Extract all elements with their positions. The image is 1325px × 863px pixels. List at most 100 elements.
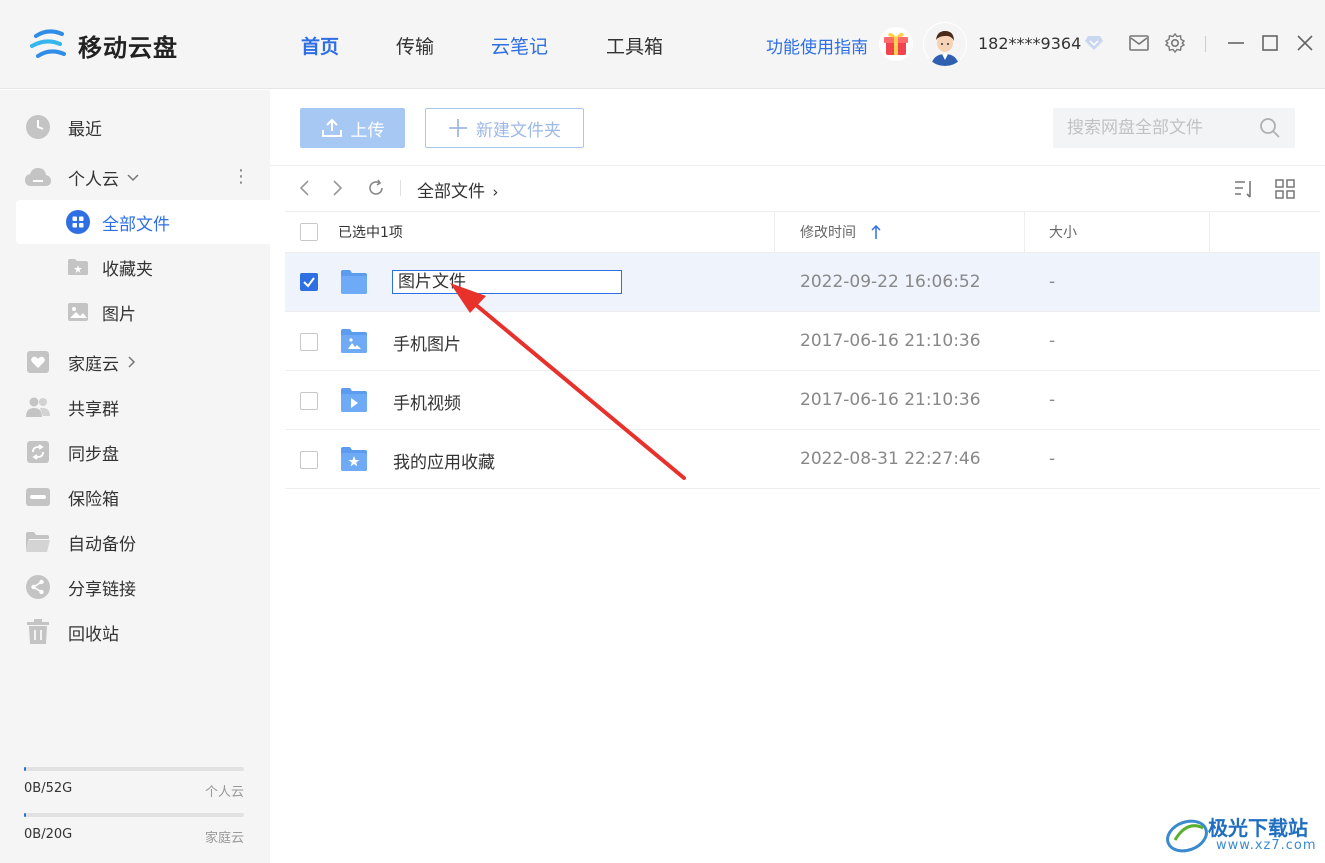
search-input[interactable] (1067, 108, 1257, 148)
sidebar-item-label: 共享群 (68, 399, 119, 420)
sidebar-item-recent[interactable]: 最近 (24, 112, 102, 142)
column-header-size[interactable]: 大小 (1049, 212, 1077, 252)
sidebar-item-label: 同步盘 (68, 444, 119, 465)
sidebar-item-all-files[interactable]: 全部文件 (66, 207, 170, 237)
heart-icon (24, 348, 52, 376)
sync-icon (24, 438, 52, 466)
sidebar-item-personal-cloud[interactable]: 个人云 (24, 162, 141, 192)
row-name[interactable]: 手机视频 (393, 389, 461, 414)
column-header-modified[interactable]: 修改时间 (800, 212, 882, 252)
sidebar-item-label: 个人云 (68, 169, 119, 190)
new-folder-button[interactable]: 新建文件夹 (425, 108, 584, 148)
table-header: 已选中1项 修改时间 大小 (285, 211, 1320, 253)
row-checkbox[interactable] (300, 451, 318, 469)
sort-ascending-icon (871, 224, 881, 239)
table-row[interactable]: 手机视频 2017-06-16 21:10:36 - (285, 371, 1320, 430)
quota-fill (24, 813, 27, 817)
mail-icon[interactable] (1128, 32, 1150, 54)
feature-guide-link[interactable]: 功能使用指南 (766, 33, 868, 58)
account-phone[interactable]: 182****9364 (978, 34, 1081, 53)
sidebar-item-recycle-bin[interactable]: 回收站 (24, 617, 119, 647)
row-modified: 2017-06-16 21:10:36 (800, 331, 981, 351)
sidebar-item-sync-disk[interactable]: 同步盘 (24, 437, 119, 467)
table-row[interactable]: 手机图片 2017-06-16 21:10:36 - (285, 312, 1320, 371)
app-title: 移动云盘 (78, 34, 178, 62)
sidebar-item-auto-backup[interactable]: 自动备份 (24, 527, 136, 557)
title-bar: 移动云盘 首页 传输 云笔记 工具箱 功能使用指南 182****9364 (0, 0, 1325, 89)
quota-fill (24, 767, 27, 771)
row-checkbox[interactable] (300, 392, 318, 410)
row-size: - (1049, 390, 1056, 410)
row-checkbox[interactable] (300, 273, 318, 291)
sidebar-item-label: 全部文件 (102, 214, 170, 235)
row-modified: 2017-06-16 21:10:36 (800, 390, 981, 410)
plus-icon (449, 119, 467, 137)
rename-input[interactable]: 图片文件 (392, 270, 622, 294)
sidebar-item-pictures[interactable]: 图片 (66, 297, 136, 327)
upload-button[interactable]: 上传 (300, 108, 405, 148)
gear-icon[interactable] (1164, 32, 1186, 54)
search-box[interactable] (1053, 108, 1295, 148)
folder-image-icon (341, 329, 367, 353)
table-row[interactable]: 图片文件 2022-09-22 16:06:52 - (285, 253, 1320, 312)
sidebar-item-label: 自动备份 (68, 534, 136, 555)
quota-bar (24, 813, 244, 817)
sidebar-item-share-link[interactable]: 分享链接 (24, 572, 136, 602)
app-logo-icon (30, 29, 66, 58)
nav-home[interactable]: 首页 (301, 32, 339, 59)
row-name[interactable]: 我的应用收藏 (393, 448, 495, 473)
grid-apps-icon (66, 210, 90, 234)
row-checkbox[interactable] (300, 333, 318, 351)
nav-cloud-notes[interactable]: 云笔记 (491, 32, 548, 59)
sidebar-item-label: 回收站 (68, 624, 119, 645)
gift-icon[interactable] (878, 26, 914, 62)
sort-icon[interactable] (1233, 178, 1255, 200)
row-size: - (1049, 331, 1056, 351)
share-icon (24, 573, 52, 601)
sidebar-item-label: 分享链接 (68, 579, 136, 600)
selected-count: 已选中1项 (338, 225, 403, 241)
table-row[interactable]: 我的应用收藏 2022-08-31 22:27:46 - (285, 430, 1320, 489)
group-icon (24, 393, 52, 421)
quota-used: 0B/52G (24, 781, 73, 796)
watermark-url: www.xz7.com (1216, 838, 1317, 853)
nav-transfer[interactable]: 传输 (396, 32, 434, 59)
maximize-icon[interactable] (1259, 32, 1281, 54)
column-header-label: 修改时间 (800, 225, 856, 241)
refresh-icon[interactable] (366, 178, 386, 198)
sidebar-item-label: 图片 (102, 304, 136, 325)
row-size: - (1049, 272, 1056, 292)
vip-diamond-icon[interactable] (1084, 34, 1104, 52)
chevron-down-icon (127, 174, 139, 182)
sidebar-item-family-cloud[interactable]: 家庭云 (24, 347, 139, 377)
main-content: 上传 新建文件夹 全部文件 › (270, 90, 1325, 863)
row-name[interactable]: 手机图片 (393, 330, 461, 355)
column-separator (774, 212, 775, 252)
watermark-text: 极光下载站 (1208, 816, 1308, 840)
sidebar-item-share-group[interactable]: 共享群 (24, 392, 119, 422)
forward-icon[interactable] (327, 178, 347, 198)
breadcrumb-item[interactable]: 全部文件 › (417, 177, 498, 202)
back-icon[interactable] (295, 178, 315, 198)
select-all-checkbox[interactable] (300, 223, 318, 241)
quota-label: 家庭云 (204, 831, 244, 846)
breadcrumb: 全部文件 › (270, 166, 1325, 210)
check-icon (303, 277, 315, 288)
search-icon[interactable] (1259, 117, 1281, 139)
sidebar-item-safe-box[interactable]: 保险箱 (24, 482, 119, 512)
folder-star-icon (66, 255, 90, 279)
title-divider (1205, 36, 1206, 52)
more-options-icon[interactable]: ⋮ (232, 168, 250, 186)
folder-star-icon (341, 447, 367, 471)
user-avatar[interactable] (923, 22, 967, 66)
minimize-icon[interactable] (1225, 32, 1247, 54)
chevron-right-icon: › (492, 183, 499, 201)
quota-used: 0B/20G (24, 827, 73, 842)
nav-toolbox[interactable]: 工具箱 (606, 32, 663, 59)
close-icon[interactable] (1294, 32, 1316, 54)
grid-view-icon[interactable] (1274, 178, 1296, 200)
breadcrumb-label: 全部文件 (417, 182, 485, 202)
sidebar-item-favorites[interactable]: 收藏夹 (66, 252, 153, 282)
quota-family: 0B/20G 家庭云 (24, 813, 244, 846)
quota-label: 个人云 (204, 785, 244, 800)
